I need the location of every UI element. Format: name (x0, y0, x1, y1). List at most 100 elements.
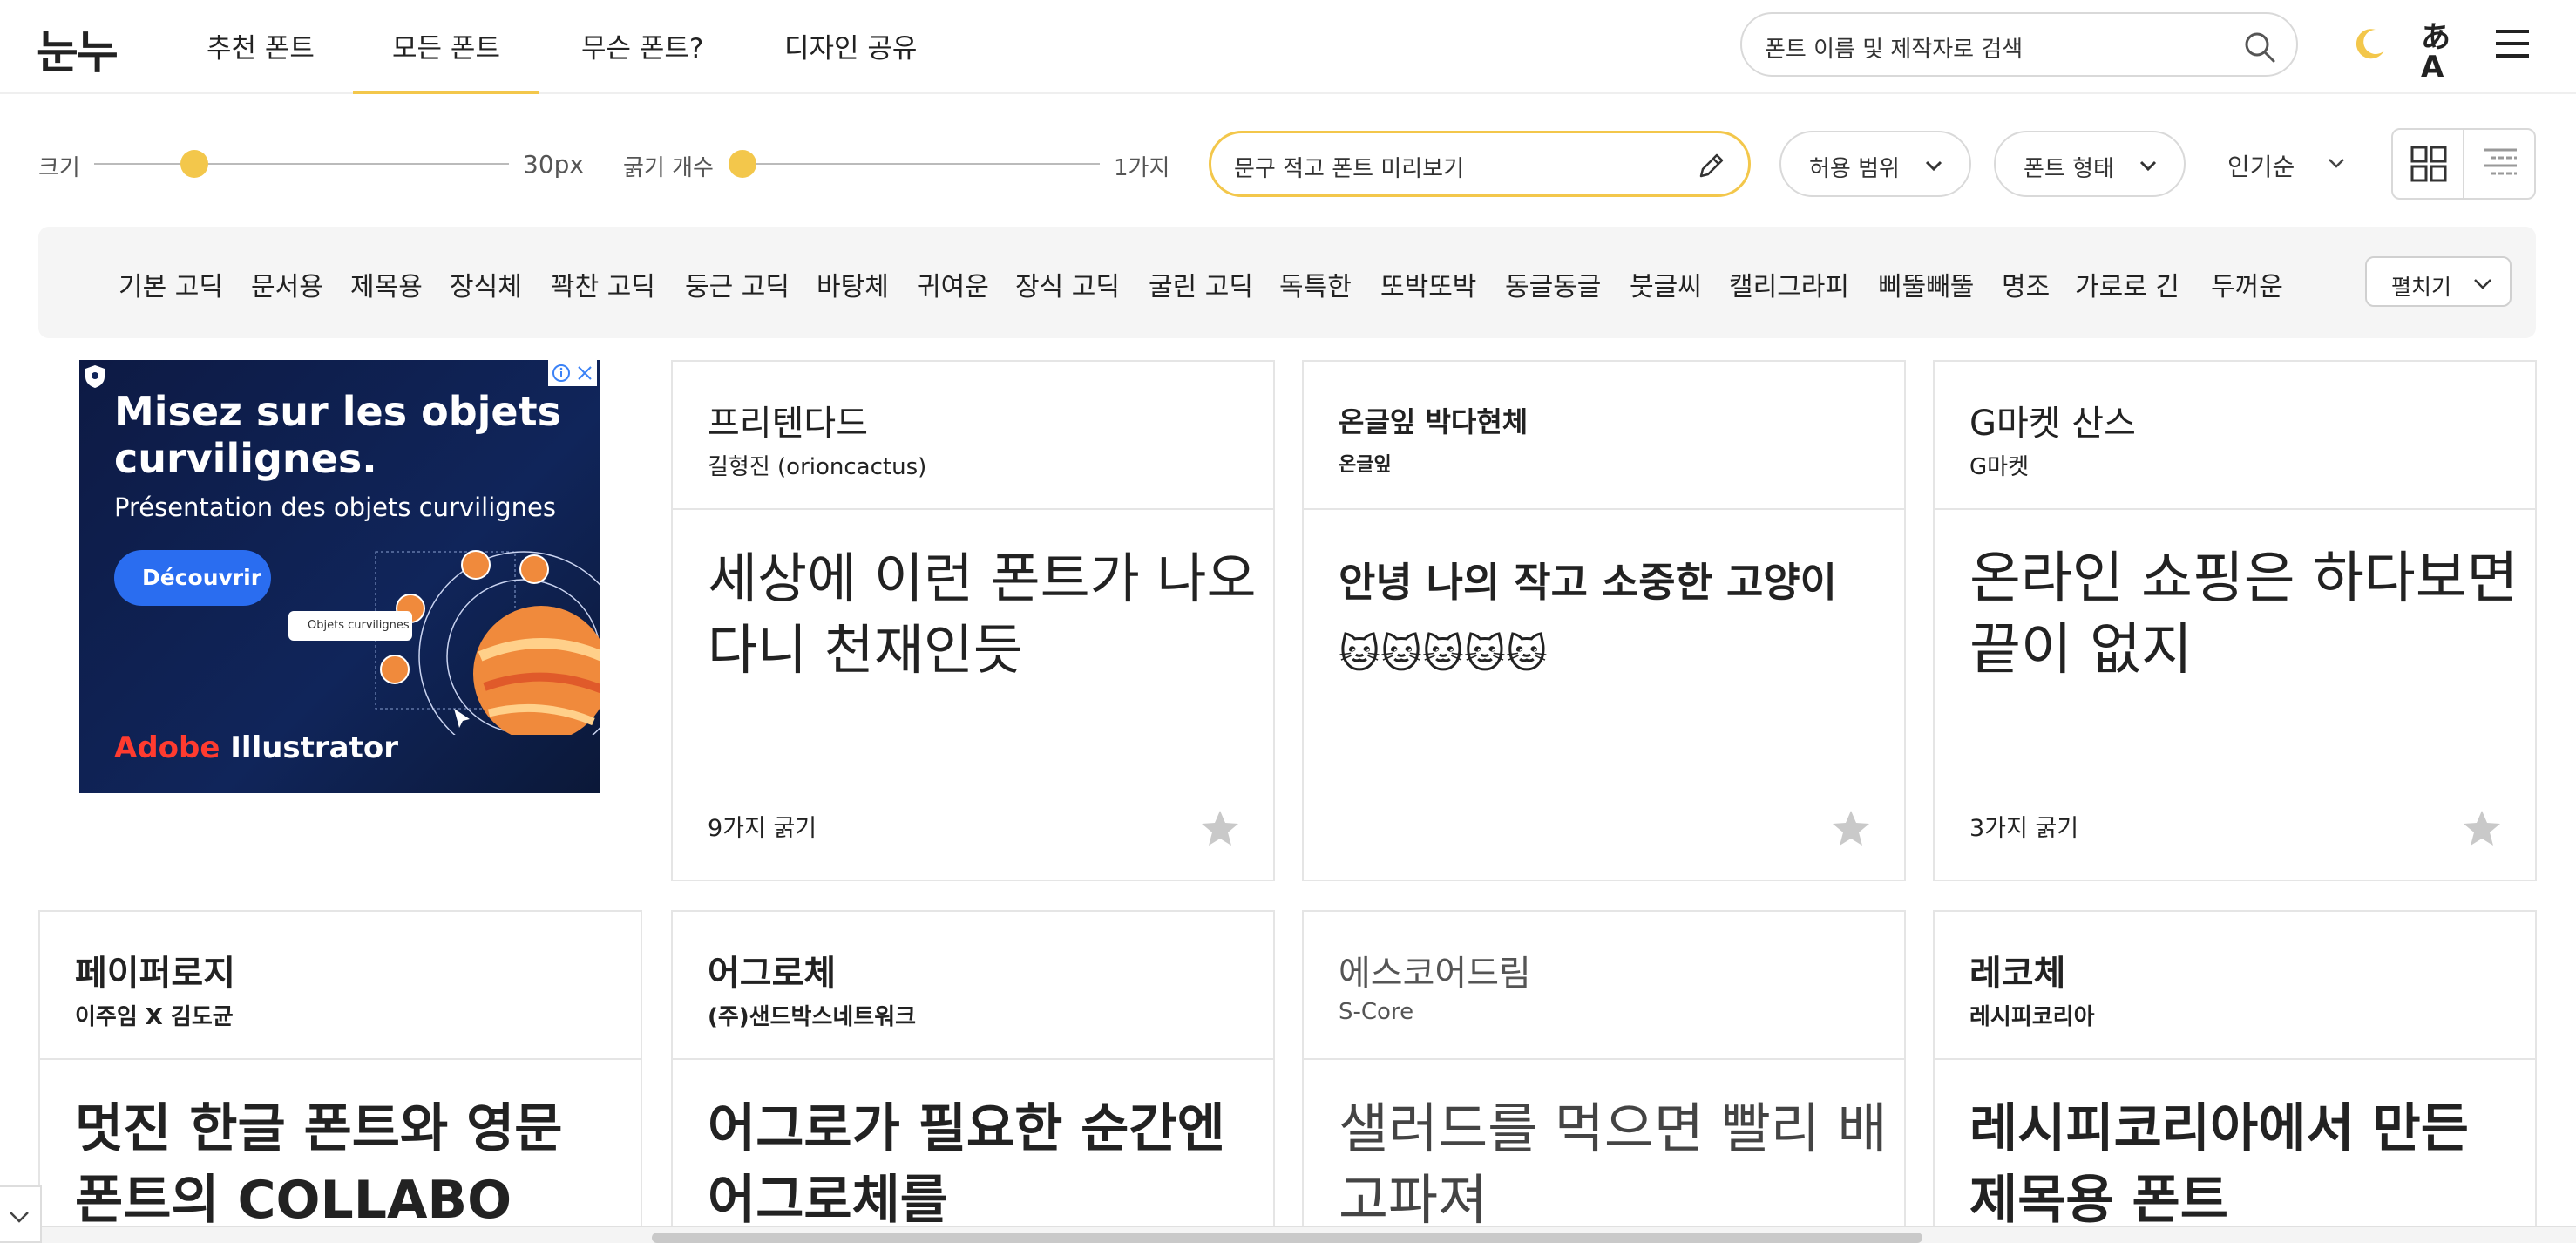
sort-dropdown[interactable]: 인기순 (2227, 148, 2295, 183)
font-card-recipe-korea[interactable]: 레코체 레시피코리아 레시피코리아에서 만든 제목용 폰트 (1933, 910, 2537, 1243)
font-card-s-core-dream[interactable]: 에스코어드림 S-Core 샐러드를 먹으면 빨리 배고파져 (1302, 910, 1906, 1243)
font-name[interactable]: 프리텐다드 (708, 395, 868, 445)
category-wobbly[interactable]: 삐뚤빼뚤 (1878, 265, 1974, 303)
font-name[interactable]: 어그로체 (708, 945, 836, 995)
pencil-icon[interactable] (1696, 150, 1727, 181)
close-icon[interactable] (575, 363, 594, 383)
card-header: G마켓 산스 G마켓 (1935, 362, 2535, 510)
ad-chip-text: Objets curvilignes (308, 619, 410, 632)
collapse-panel-button[interactable] (0, 1185, 42, 1243)
ad-info-close[interactable] (548, 360, 597, 386)
font-card-pretendard[interactable]: 프리텐다드 길형진 (orioncactus) 세상에 이런 폰트가 나오다니 … (671, 360, 1275, 881)
font-author[interactable]: 레시피코리아 (1969, 999, 2095, 1031)
card-header: 온글잎 박다현체 온글잎 (1304, 362, 1904, 510)
weight-count-value: 1가지 (1114, 155, 1170, 181)
font-card-paperlogy[interactable]: 페이퍼로지 이주임 X 김도균 멋진 한글 폰트와 영문 폰트의 COLLABO (38, 910, 642, 1243)
font-card-onglip-bakdahyeon[interactable]: 온글잎 박다현체 온글잎 안녕 나의 작고 소중한 고양이 🐱🐱🐱🐱🐱 (1302, 360, 1906, 881)
category-round[interactable]: 동글동글 (1505, 265, 1601, 303)
dark-mode-moon-icon[interactable] (2353, 26, 2388, 61)
view-mode-toggle (2391, 128, 2536, 200)
favorite-star-icon[interactable] (1831, 808, 1871, 848)
favorite-star-icon[interactable] (2462, 808, 2502, 848)
nav-design-share[interactable]: 디자인 공유 (784, 26, 917, 94)
font-name[interactable]: 레코체 (1969, 945, 2065, 995)
category-title[interactable]: 제목용 (350, 265, 423, 303)
preview-text-input[interactable]: 문구 적고 폰트 미리보기 (1209, 131, 1751, 197)
search-placeholder: 폰트 이름 및 제작자로 검색 (1765, 37, 2024, 63)
weight-slider-track[interactable] (742, 163, 1100, 165)
ad-shield-icon (85, 365, 105, 388)
font-type-filter-label: 폰트 형태 (2024, 156, 2114, 182)
category-full-gothic[interactable]: 꽉찬 고딕 (551, 265, 655, 303)
font-author[interactable]: (주)샌드박스네트워크 (708, 999, 916, 1031)
nav-all-fonts[interactable]: 모든 폰트 (353, 26, 539, 94)
chevron-down-icon (2139, 160, 2157, 172)
font-sample-text: 온라인 쇼핑은 하다보면 끝이 없지 (1969, 547, 2518, 683)
expand-label: 펼치기 (2391, 275, 2452, 300)
site-logo[interactable]: 눈누 (37, 16, 119, 81)
ad-brand-b: Illustrator (220, 730, 399, 765)
scrollbar-thumb[interactable] (652, 1233, 1922, 1243)
size-label: 크기 (38, 155, 80, 181)
info-icon[interactable] (552, 363, 571, 383)
category-round-gothic[interactable]: 둥근 고딕 (685, 265, 790, 303)
chevron-down-icon (10, 1212, 29, 1223)
font-author[interactable]: 길형진 (orioncactus) (708, 449, 926, 481)
font-name[interactable]: 온글잎 박다현체 (1339, 400, 1528, 440)
category-brush[interactable]: 붓글씨 (1630, 265, 1702, 303)
font-name[interactable]: G마켓 산스 (1969, 395, 2136, 445)
category-neat[interactable]: 또박또박 (1380, 265, 1476, 303)
license-filter-dropdown[interactable]: 허용 범위 (1779, 131, 1971, 197)
font-weight-count: 9가지 굵기 (708, 815, 817, 842)
ad-cta-button[interactable]: Découvrir (114, 550, 271, 606)
nav-what-font[interactable]: 무슨 폰트? (581, 26, 703, 94)
grid-view-button[interactable] (2393, 130, 2464, 198)
favorite-star-icon[interactable] (1200, 808, 1240, 848)
license-filter-label: 허용 범위 (1809, 156, 1900, 182)
category-wide[interactable]: 가로로 긴 (2075, 265, 2179, 303)
card-header: 레코체 레시피코리아 (1935, 912, 2535, 1060)
category-unique[interactable]: 독특한 (1279, 265, 1352, 303)
nav-recommended[interactable]: 추천 폰트 (207, 26, 315, 94)
font-sample-text: 어그로가 필요한 순간엔 어그로체를 (708, 1098, 1225, 1231)
search-input[interactable]: 폰트 이름 및 제작자로 검색 (1740, 12, 2298, 77)
font-author[interactable]: G마켓 (1969, 449, 2029, 481)
category-cute[interactable]: 귀여운 (917, 265, 989, 303)
advertisement[interactable]: Misez sur les objets curvilignes. Présen… (79, 360, 600, 793)
font-type-filter-dropdown[interactable]: 폰트 형태 (1994, 131, 2186, 197)
category-decorative[interactable]: 장식체 (450, 265, 522, 303)
font-sample-text: 멋진 한글 폰트와 영문 폰트의 COLLABO (75, 1098, 563, 1231)
language-icon[interactable]: あA (2421, 23, 2461, 82)
size-slider-thumb[interactable] (180, 150, 208, 178)
font-weight-count: 3가지 굵기 (1969, 815, 2079, 842)
weight-slider-thumb[interactable] (729, 150, 756, 178)
font-name[interactable]: 페이퍼로지 (75, 945, 235, 995)
category-myeongjo[interactable]: 명조 (2002, 265, 2050, 303)
font-card-aggro[interactable]: 어그로체 (주)샌드박스네트워크 어그로가 필요한 순간엔 어그로체를 (671, 910, 1275, 1243)
hamburger-menu-icon[interactable] (2494, 26, 2531, 61)
category-bar: 기본 고딕 문서용 제목용 장식체 꽉찬 고딕 둥근 고딕 바탕체 귀여운 장식… (38, 227, 2536, 338)
grid-icon (2410, 146, 2447, 182)
category-document[interactable]: 문서용 (251, 265, 323, 303)
card-header: 페이퍼로지 이주임 X 김도균 (40, 912, 641, 1060)
category-thick[interactable]: 두꺼운 (2211, 265, 2283, 303)
category-batang[interactable]: 바탕체 (817, 265, 889, 303)
font-name[interactable]: 에스코어드림 (1339, 945, 1531, 995)
list-view-button[interactable] (2464, 130, 2534, 198)
card-header: 어그로체 (주)샌드박스네트워크 (673, 912, 1273, 1060)
weight-count-label: 굵기 개수 (623, 155, 714, 181)
category-calligraphy[interactable]: 캘리그라피 (1729, 265, 1849, 303)
chevron-down-icon (1925, 160, 1942, 172)
font-author[interactable]: S-Core (1339, 999, 1413, 1025)
search-icon[interactable] (2242, 30, 2277, 65)
expand-categories-button[interactable]: 펼치기 (2365, 256, 2512, 307)
font-card-gmarket-sans[interactable]: G마켓 산스 G마켓 온라인 쇼핑은 하다보면 끝이 없지 3가지 굵기 (1933, 360, 2537, 881)
size-slider-track[interactable] (94, 163, 509, 165)
card-header: 프리텐다드 길형진 (orioncactus) (673, 362, 1273, 510)
category-decorative-gothic[interactable]: 장식 고딕 (1015, 265, 1120, 303)
chevron-down-icon[interactable] (2325, 152, 2348, 174)
font-author[interactable]: 온글잎 (1339, 449, 1392, 477)
category-bold-gothic[interactable]: 굴린 고딕 (1149, 265, 1253, 303)
font-author[interactable]: 이주임 X 김도균 (75, 999, 234, 1031)
category-basic-gothic[interactable]: 기본 고딕 (119, 265, 223, 303)
